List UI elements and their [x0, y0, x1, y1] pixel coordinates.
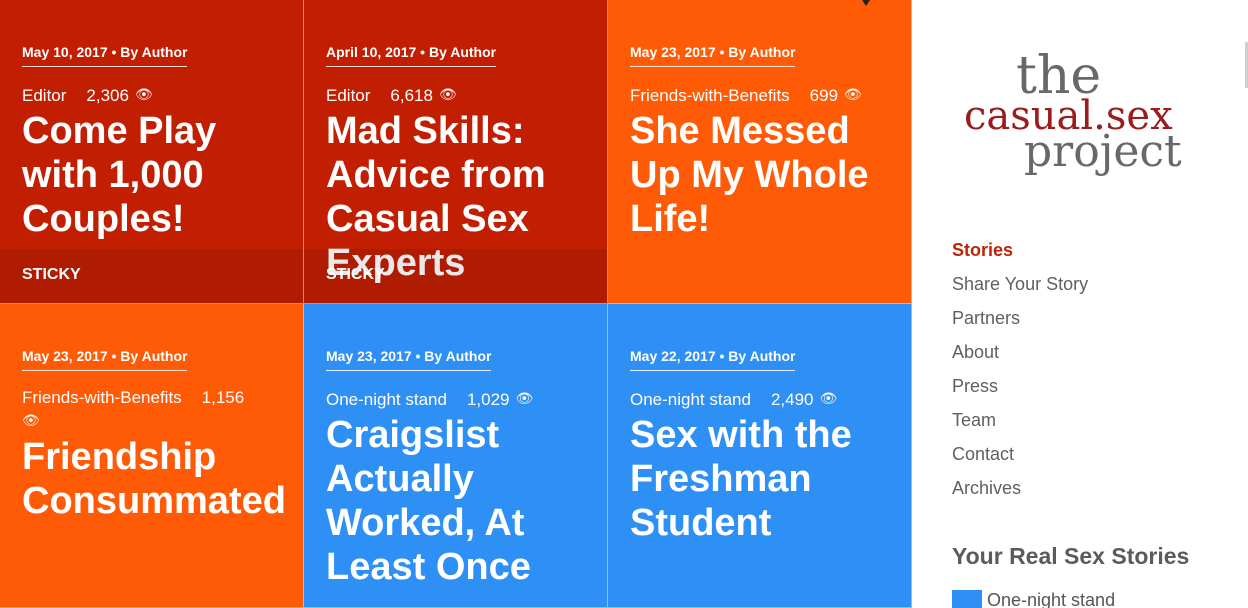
site-logo[interactable]: the casual.sex project	[964, 50, 1204, 190]
story-tile[interactable]: April 10, 2017 • By Author Editor 6,618 👁 …	[304, 0, 608, 304]
story-tile-content: May 23, 2017 • By Author One-night stand…	[326, 348, 607, 589]
story-tile[interactable]: May 10, 2017 • By Author Editor 2,306 👁 Co…	[0, 0, 304, 304]
nav-item-contact[interactable]: Contact	[952, 442, 1088, 476]
post-stats: One-night stand 2,490 👁	[630, 387, 911, 411]
author-link[interactable]: Author	[750, 44, 796, 60]
nav-item-share-your-story[interactable]: Share Your Story	[952, 272, 1088, 306]
post-title[interactable]: Sex with the Freshman Student	[630, 413, 910, 545]
story-tile-content: May 22, 2017 • By Author One-night stand…	[630, 348, 911, 545]
author-link[interactable]: Author	[142, 44, 188, 60]
nav-item-press[interactable]: Press	[952, 374, 1088, 408]
post-stats: Friends-with-Benefits 699 👁	[630, 83, 911, 107]
sticky-label: STICKY	[22, 266, 81, 283]
category-label[interactable]: One-night stand	[630, 390, 751, 409]
legend-item-one-night-stand[interactable]: One-night stand	[952, 590, 1115, 608]
story-tile[interactable]: May 23, 2017 • By Author Friends-with-Be…	[0, 304, 304, 608]
meta-separator: • By	[715, 44, 750, 60]
category-label[interactable]: Editor	[326, 86, 370, 105]
legend-label: One-night stand	[987, 590, 1116, 608]
view-count: 6,618	[390, 86, 433, 105]
meta-separator: • By	[411, 348, 446, 364]
author-link[interactable]: Author	[446, 348, 492, 364]
post-title[interactable]: Craigslist Actually Worked, At Least Onc…	[326, 413, 606, 589]
nav-item-stories[interactable]: Stories	[952, 238, 1088, 272]
post-meta: May 23, 2017 • By Author	[22, 348, 188, 371]
legend-swatch	[952, 590, 982, 608]
post-meta: May 23, 2017 • By Author	[326, 348, 492, 371]
story-tile-content: May 10, 2017 • By Author Editor 2,306 👁 Co…	[22, 44, 303, 241]
post-date: May 23, 2017	[630, 44, 716, 60]
post-stats: Editor 2,306 👁	[22, 83, 303, 107]
post-title[interactable]: She Messed Up My Whole Life!	[630, 109, 910, 241]
nav-item-partners[interactable]: Partners	[952, 306, 1088, 340]
nav-item-team[interactable]: Team	[952, 408, 1088, 442]
story-tile[interactable]: May 22, 2017 • By Author One-night stand…	[608, 304, 912, 608]
post-date: May 10, 2017	[22, 44, 108, 60]
story-tile[interactable]: May 23, 2017 • By Author Friends-with-Be…	[608, 0, 912, 304]
story-tile[interactable]: May 23, 2017 • By Author One-night stand…	[304, 304, 608, 608]
meta-separator: • By	[715, 348, 750, 364]
post-stats: Editor 6,618 👁	[326, 83, 607, 107]
nav-item-about[interactable]: About	[952, 340, 1088, 374]
author-link[interactable]: Author	[142, 348, 188, 364]
post-date: May 22, 2017	[630, 348, 716, 364]
mouse-cursor-icon	[862, 0, 870, 6]
meta-separator: • By	[107, 44, 142, 60]
post-title-text: Friendship Consummated	[22, 436, 286, 522]
eye-icon: 👁	[819, 390, 838, 406]
sidebar: the casual.sex project Stories Share You…	[912, 0, 1248, 608]
post-date: April 10, 2017	[326, 44, 417, 60]
post-meta: May 22, 2017 • By Author	[630, 348, 796, 371]
post-meta: April 10, 2017 • By Author	[326, 44, 497, 67]
post-meta: May 23, 2017 • By Author	[630, 44, 796, 67]
view-count: 1,029	[466, 390, 510, 409]
view-count: 2,306	[86, 86, 129, 105]
meta-separator: • By	[107, 348, 142, 364]
sticky-label: STICKY	[326, 266, 385, 283]
category-label[interactable]: Friends-with-Benefits	[22, 388, 182, 407]
eye-icon: 👁	[438, 86, 457, 102]
section-title: Your Real Sex Stories	[952, 543, 1190, 569]
post-meta: May 10, 2017 • By Author	[22, 44, 188, 67]
view-count: 699	[809, 86, 839, 105]
category-label[interactable]: One-night stand	[326, 390, 447, 409]
page: May 10, 2017 • By Author Editor 2,306 👁 Co…	[0, 0, 1248, 608]
sidebar-nav: Stories Share Your Story Partners About …	[952, 238, 1088, 510]
view-count: 1,156	[201, 388, 245, 407]
story-grid: May 10, 2017 • By Author Editor 2,306 👁 Co…	[0, 0, 912, 608]
post-date: May 23, 2017	[22, 348, 108, 364]
post-title[interactable]: Friendship Consummated	[22, 435, 303, 523]
eye-icon: 👁	[515, 390, 534, 406]
eye-icon: 👁	[844, 86, 862, 102]
eye-icon: 👁	[134, 86, 153, 102]
post-stats: One-night stand 1,029 👁	[326, 387, 607, 411]
author-link[interactable]: Author	[450, 44, 496, 60]
post-date: May 23, 2017	[326, 348, 412, 364]
author-link[interactable]: Author	[750, 348, 796, 364]
category-label[interactable]: Friends-with-Benefits	[630, 86, 790, 105]
view-count: 2,490	[770, 390, 814, 409]
meta-separator: • By	[416, 44, 451, 60]
eye-icon: 👁	[22, 412, 40, 428]
category-label[interactable]: Editor	[22, 86, 66, 105]
logo-line-project: project	[1024, 126, 1182, 177]
post-title[interactable]: Come Play with 1,000 Couples!	[22, 109, 302, 241]
story-tile-content: May 23, 2017 • By Author Friends-with-Be…	[22, 348, 303, 523]
post-stats: Friends-with-Benefits 1,156 👁	[22, 387, 292, 433]
story-tile-content: May 23, 2017 • By Author Friends-with-Be…	[630, 44, 911, 241]
nav-item-archives[interactable]: Archives	[952, 476, 1088, 510]
